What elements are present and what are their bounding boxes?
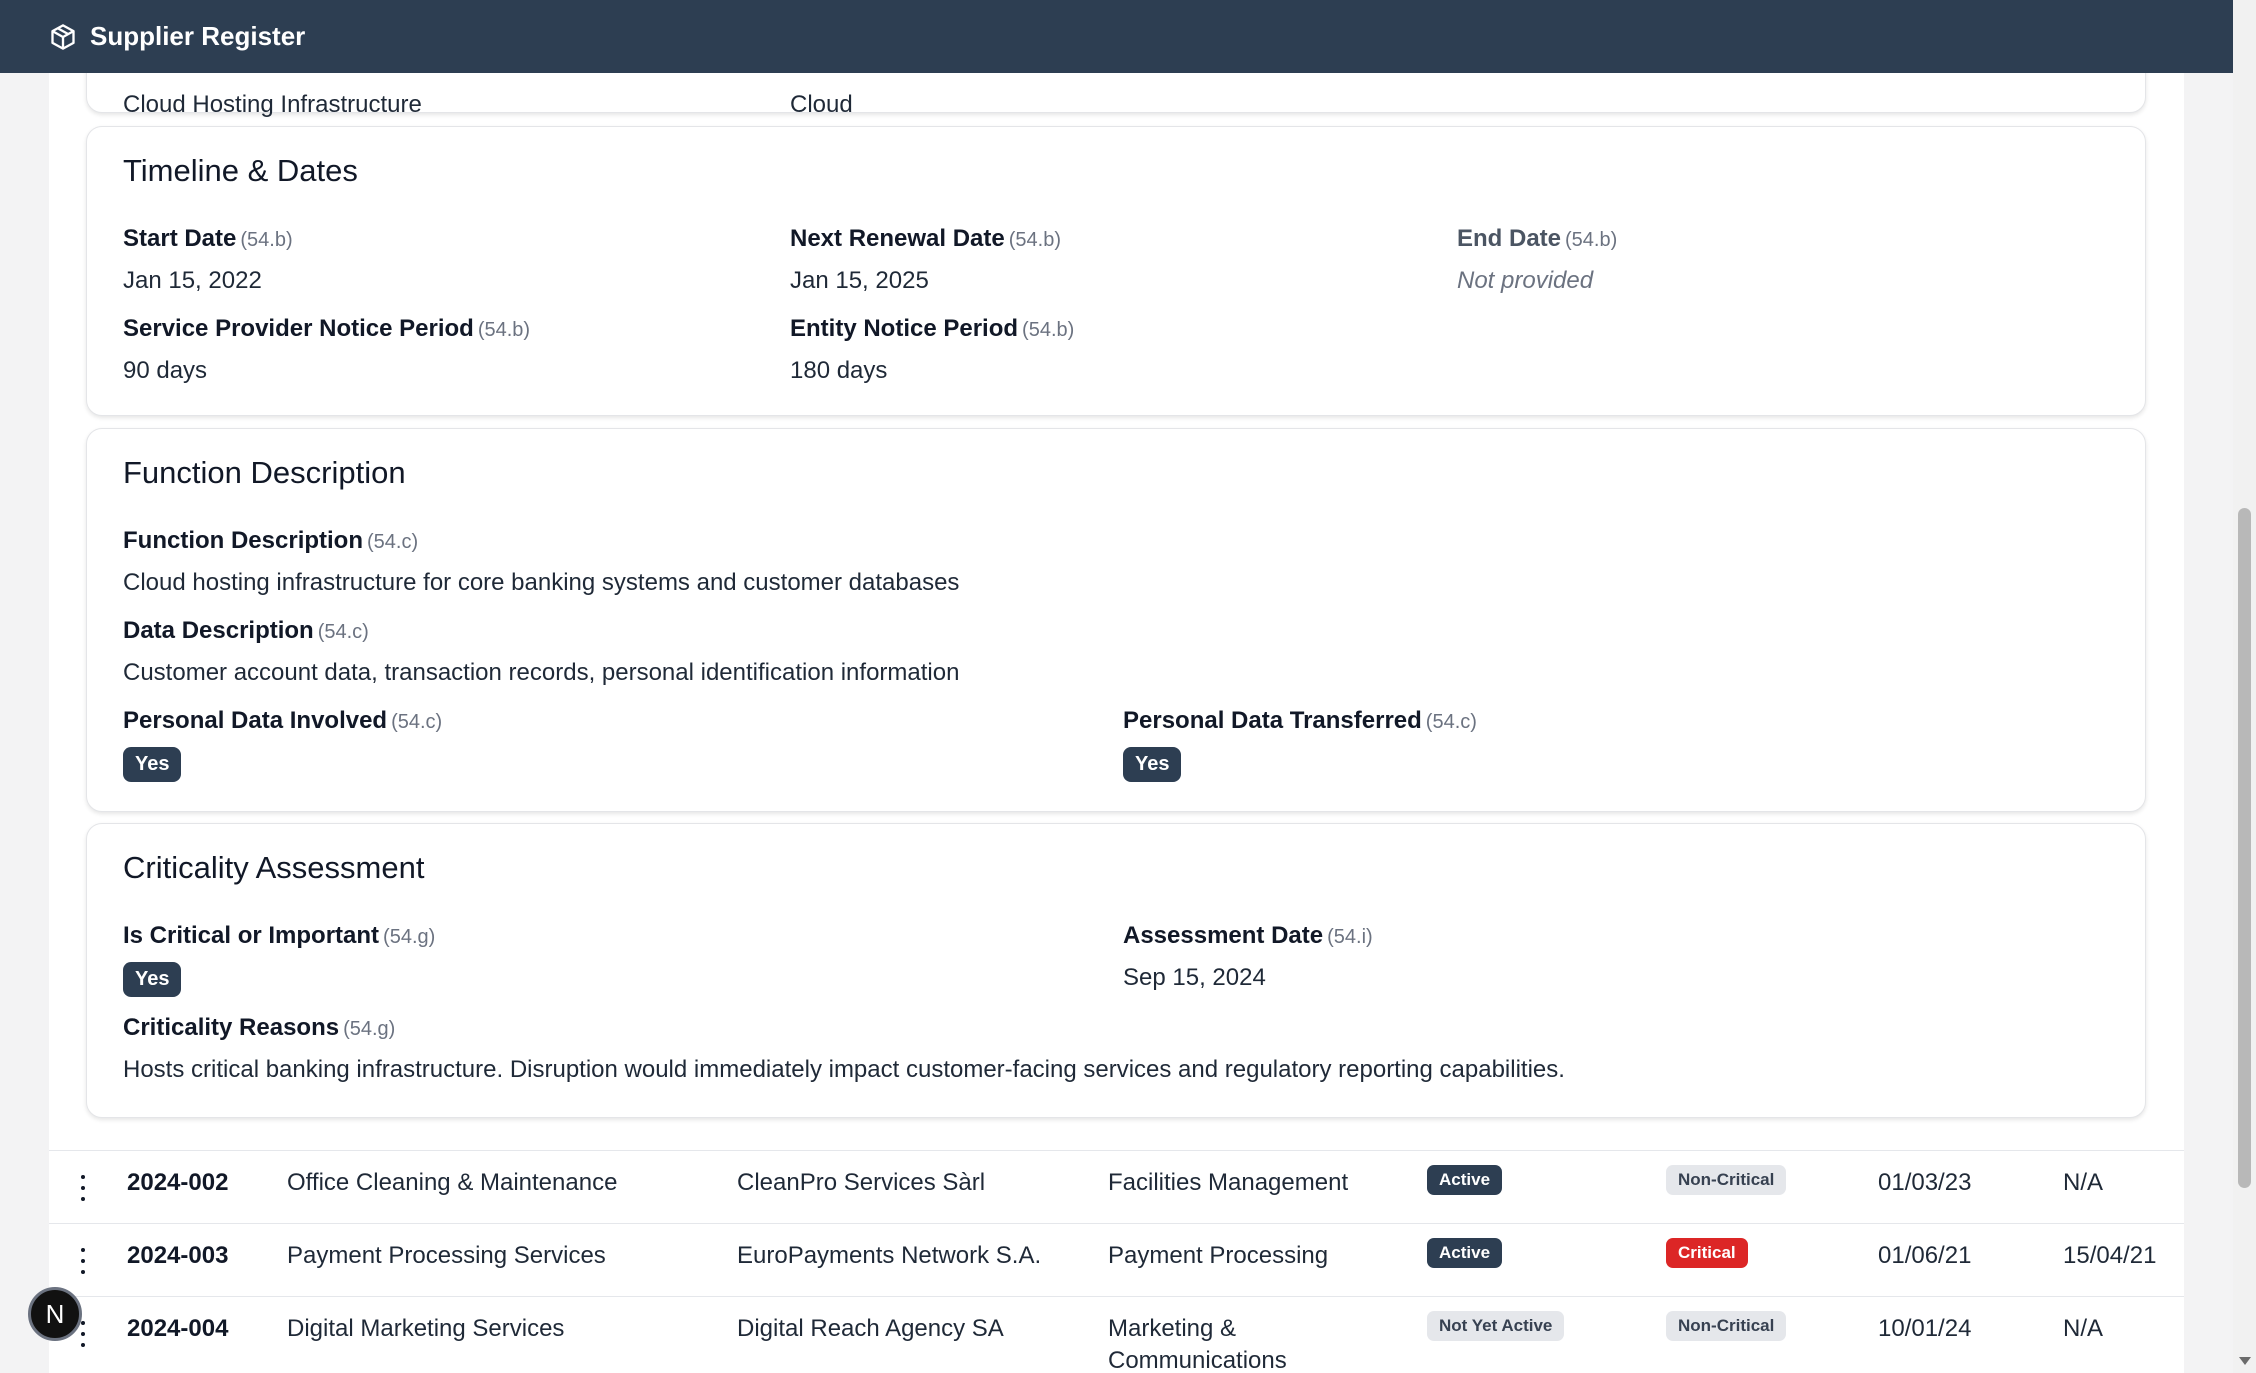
personal-data-transferred-badge: Yes [1123, 747, 1182, 782]
is-critical-field: Is Critical or Important (54.g) Yes [123, 922, 435, 997]
end-date-label: End Date (54.b) [1457, 225, 1618, 252]
criticality-reasons-value: Hosts critical banking infrastructure. D… [123, 1056, 1565, 1083]
row-start-date: 01/03/23 [1878, 1169, 1972, 1196]
row-service: Payment Processing Services [287, 1242, 606, 1269]
app-header: Supplier Register [0, 0, 2233, 73]
entity-notice-value: 180 days [790, 357, 888, 384]
status-badge: Active [1427, 1165, 1503, 1195]
is-critical-badge: Yes [123, 962, 182, 997]
function-desc-value: Cloud hosting infrastructure for core ba… [123, 569, 960, 596]
row-actions-icon[interactable] [80, 1175, 86, 1201]
row-service: Office Cleaning & Maintenance [287, 1169, 618, 1196]
criticality-badge: Critical [1666, 1238, 1748, 1268]
status-badge: Not Yet Active [1427, 1311, 1565, 1341]
next-renewal-label: Next Renewal Date (54.b) [790, 225, 1061, 252]
data-desc-field: Data Description (54.c) Customer account … [123, 617, 959, 687]
personal-data-involved-label: Personal Data Involved (54.c) [123, 707, 443, 734]
criticality-card: Criticality Assessment Is Critical or Im… [86, 823, 2146, 1118]
provider-notice-label: Service Provider Notice Period (54.b) [123, 315, 531, 342]
row-category: Payment Processing [1108, 1242, 1329, 1269]
provider-notice-value: 90 days [123, 357, 208, 384]
row-provider: EuroPayments Network S.A. [737, 1242, 1042, 1269]
row-actions-icon[interactable] [80, 1248, 86, 1274]
service-details-card: Cloud Hosting Infrastructure Cloud [86, 73, 2146, 118]
row-end-date: N/A [2063, 1315, 2104, 1342]
function-desc-field: Function Description (54.c) Cloud hosting… [123, 527, 959, 597]
is-critical-label: Is Critical or Important (54.g) [123, 922, 436, 949]
personal-data-transferred-label: Personal Data Transferred (54.c) [1123, 707, 1477, 734]
personal-data-involved-field: Personal Data Involved (54.c) Yes [123, 707, 442, 782]
cube-icon [46, 20, 80, 54]
table-row[interactable]: 2024-004 Digital Marketing Services Digi… [49, 1296, 2184, 1373]
assistant-button[interactable]: N [28, 1287, 82, 1341]
personal-data-transferred-field: Personal Data Transferred (54.c) Yes [1123, 707, 1477, 782]
row-category: Facilities Management [1108, 1169, 1349, 1196]
service-name-value: Cloud Hosting Infrastructure [123, 91, 422, 118]
criticality-reasons-field: Criticality Reasons (54.g) Hosts critical… [123, 1014, 1565, 1084]
table-row[interactable]: 2024-002 Office Cleaning & Maintenance C… [49, 1150, 2184, 1224]
end-date-value: Not provided [1457, 267, 1594, 294]
row-id: 2024-002 [127, 1169, 229, 1196]
entity-notice-field: Entity Notice Period (54.b) 180 days [790, 315, 1074, 385]
row-service: Digital Marketing Services [287, 1315, 565, 1342]
scroll-down-arrow-icon[interactable] [2239, 1357, 2251, 1365]
assessment-date-value: Sep 15, 2024 [1123, 964, 1266, 991]
end-date-field: End Date (54.b) Not provided [1457, 225, 1617, 295]
row-id: 2024-004 [127, 1315, 229, 1342]
row-category-line2: Communications [1108, 1347, 1287, 1373]
criticality-badge: Non-Critical [1666, 1165, 1787, 1195]
personal-data-involved-badge: Yes [123, 747, 182, 782]
row-end-date: 15/04/21 [2063, 1242, 2157, 1269]
row-start-date: 01/06/21 [1878, 1242, 1972, 1269]
row-provider: Digital Reach Agency SA [737, 1315, 1004, 1342]
function-description-title: Function Description [123, 455, 406, 490]
next-renewal-field: Next Renewal Date (54.b) Jan 15, 2025 [790, 225, 1061, 295]
criticality-badge: Non-Critical [1666, 1311, 1787, 1341]
scrollbar-thumb[interactable] [2238, 508, 2251, 1188]
main-content: Cloud Hosting Infrastructure Cloud Timel… [49, 73, 2184, 1373]
app-title: Supplier Register [90, 21, 306, 51]
entity-notice-label: Entity Notice Period (54.b) [790, 315, 1075, 342]
start-date-field: Start Date (54.b) Jan 15, 2022 [123, 225, 293, 295]
function-description-card: Function Description Function Descriptio… [86, 428, 2146, 812]
criticality-reasons-label: Criticality Reasons (54.g) [123, 1014, 396, 1041]
criticality-title: Criticality Assessment [123, 850, 425, 885]
row-category: Marketing & [1108, 1315, 1237, 1342]
provider-notice-field: Service Provider Notice Period (54.b) 90 … [123, 315, 530, 385]
next-renewal-value: Jan 15, 2025 [790, 267, 929, 294]
service-type-value: Cloud [790, 91, 853, 118]
row-start-date: 10/01/24 [1878, 1315, 1972, 1342]
function-desc-label: Function Description (54.c) [123, 527, 419, 554]
assessment-date-field: Assessment Date (54.i) Sep 15, 2024 [1123, 922, 1373, 992]
timeline-title: Timeline & Dates [123, 153, 358, 188]
timeline-card: Timeline & Dates Start Date (54.b) Jan 15… [86, 126, 2146, 416]
start-date-label: Start Date (54.b) [123, 225, 293, 252]
assessment-date-label: Assessment Date (54.i) [1123, 922, 1373, 949]
row-end-date: N/A [2063, 1169, 2104, 1196]
page-scrollbar[interactable] [2233, 0, 2256, 1373]
data-desc-value: Customer account data, transaction recor… [123, 659, 960, 686]
row-provider: CleanPro Services Sàrl [737, 1169, 986, 1196]
status-badge: Active [1427, 1238, 1503, 1268]
table-row[interactable]: 2024-003 Payment Processing Services Eur… [49, 1223, 2184, 1297]
start-date-value: Jan 15, 2022 [123, 267, 262, 294]
data-desc-label: Data Description (54.c) [123, 617, 369, 644]
row-actions-icon[interactable] [80, 1321, 86, 1347]
row-id: 2024-003 [127, 1242, 229, 1269]
